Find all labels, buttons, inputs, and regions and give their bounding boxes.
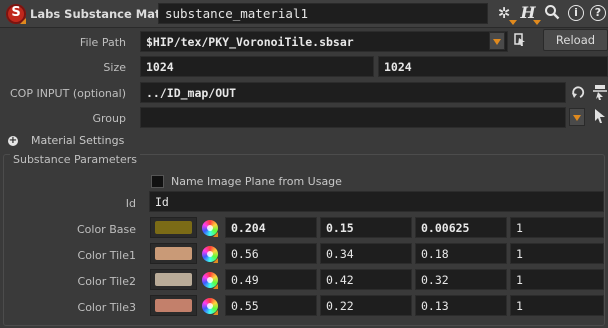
parameter-header: S Labs Substance Material substance_mate… bbox=[0, 0, 608, 28]
color-wheel-icon[interactable] bbox=[202, 298, 218, 315]
color-tile2-label: Color Tile2 bbox=[77, 275, 136, 288]
help-h-icon[interactable]: H bbox=[519, 4, 541, 25]
jump-to-node-icon[interactable] bbox=[571, 86, 585, 105]
group-field[interactable] bbox=[140, 107, 566, 128]
color-tile2-b-field[interactable]: 0.32 bbox=[415, 269, 507, 290]
help-icon[interactable]: ? bbox=[590, 5, 606, 21]
color-tile2-r-field[interactable]: 0.49 bbox=[225, 269, 317, 290]
material-settings-label: Material Settings bbox=[31, 134, 125, 147]
color-tile1-label: Color Tile1 bbox=[77, 249, 136, 262]
size-x-field[interactable]: 1024 bbox=[140, 56, 374, 77]
color-tile1-r-field[interactable]: 0.56 bbox=[225, 243, 317, 264]
color-tile3-label: Color Tile3 bbox=[77, 301, 136, 314]
id-field[interactable]: Id bbox=[149, 191, 604, 212]
color-wheel-icon[interactable] bbox=[202, 246, 218, 263]
color-tile3-swatch-button[interactable] bbox=[150, 295, 197, 316]
color-wheel-icon[interactable] bbox=[202, 220, 218, 237]
gear-icon[interactable]: ✲ bbox=[495, 4, 517, 25]
color-tile3-a-field[interactable]: 1 bbox=[510, 295, 604, 316]
color-tile1-g-field[interactable]: 0.34 bbox=[320, 243, 412, 264]
color-tile2-swatch-button[interactable] bbox=[150, 269, 197, 290]
size-y-field[interactable]: 1024 bbox=[378, 56, 608, 77]
search-icon[interactable] bbox=[543, 4, 561, 22]
cop-input-field[interactable]: ../ID_map/OUT bbox=[140, 82, 566, 103]
file-path-label: File Path bbox=[79, 36, 126, 49]
id-label: Id bbox=[125, 197, 136, 210]
file-chooser-icon[interactable] bbox=[514, 33, 526, 52]
color-tile1-b-field[interactable]: 0.18 bbox=[415, 243, 507, 264]
color-wheel-icon[interactable] bbox=[202, 272, 218, 289]
color-tile2-g-field[interactable]: 0.42 bbox=[320, 269, 412, 290]
color-tile3-r-field[interactable]: 0.55 bbox=[225, 295, 317, 316]
file-path-field[interactable]: $HIP/tex/PKY_VoronoiTile.sbsar bbox=[140, 31, 508, 52]
substance-node-icon[interactable]: S bbox=[6, 4, 26, 24]
color-base-g-field[interactable]: 0.15 bbox=[320, 217, 412, 238]
size-label: Size bbox=[103, 61, 126, 74]
reload-button[interactable]: Reload bbox=[543, 29, 608, 51]
name-image-plane-checkbox[interactable] bbox=[151, 175, 164, 188]
group-dropdown-button[interactable] bbox=[569, 108, 585, 126]
color-tile1-swatch-button[interactable] bbox=[150, 243, 197, 264]
info-icon[interactable]: i bbox=[568, 5, 584, 21]
cop-input-label: COP INPUT (optional) bbox=[9, 87, 126, 100]
color-base-swatch-button[interactable] bbox=[150, 217, 197, 238]
node-chooser-icon[interactable] bbox=[592, 84, 608, 105]
color-tile3-g-field[interactable]: 0.22 bbox=[320, 295, 412, 316]
color-tile3-b-field[interactable]: 0.13 bbox=[415, 295, 507, 316]
color-base-swatch bbox=[155, 221, 192, 234]
color-tile3-swatch bbox=[155, 299, 192, 312]
color-tile2-a-field[interactable]: 1 bbox=[510, 269, 604, 290]
expand-plus-icon[interactable]: + bbox=[8, 136, 18, 146]
group-label: Group bbox=[92, 112, 127, 125]
file-path-dropdown-button[interactable] bbox=[489, 32, 505, 50]
color-tile2-swatch bbox=[155, 273, 192, 286]
substance-parameters-title: Substance Parameters bbox=[10, 153, 140, 166]
color-base-r-field[interactable]: 0.204 bbox=[225, 217, 317, 238]
name-image-plane-label: Name Image Plane from Usage bbox=[171, 175, 342, 188]
node-name-field[interactable]: substance_material1 bbox=[158, 3, 488, 24]
color-base-b-field[interactable]: 0.00625 bbox=[415, 217, 507, 238]
select-arrow-icon[interactable] bbox=[594, 108, 606, 129]
color-tile1-a-field[interactable]: 1 bbox=[510, 243, 604, 264]
color-base-a-field[interactable]: 1 bbox=[510, 217, 604, 238]
color-base-label: Color Base bbox=[76, 223, 136, 236]
color-tile1-swatch bbox=[155, 247, 192, 260]
